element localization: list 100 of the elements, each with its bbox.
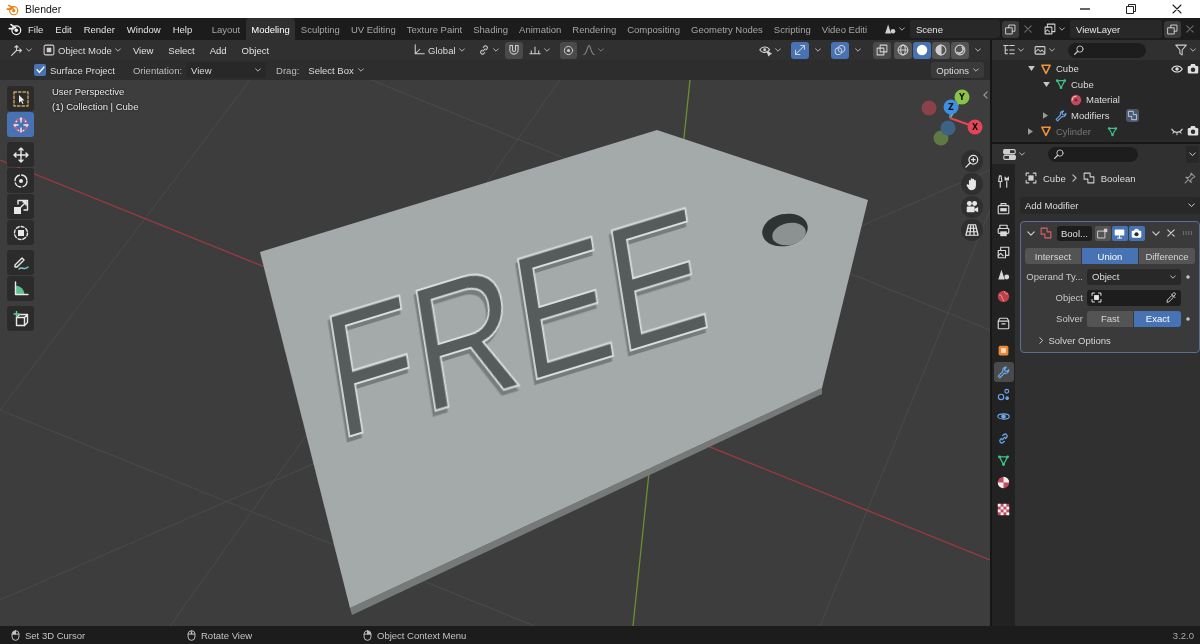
outliner-item[interactable]: Cube: [1056, 63, 1079, 75]
render-toggle[interactable]: [1128, 225, 1145, 241]
tool-button[interactable]: [7, 306, 34, 331]
checkbox-label[interactable]: Surface Project: [50, 64, 115, 76]
disclosure-triangle-icon[interactable]: [1043, 81, 1050, 87]
shading-mode-button[interactable]: [913, 41, 931, 59]
object-field[interactable]: [1087, 289, 1181, 306]
dot-icon[interactable]: [1185, 316, 1190, 321]
tool-button[interactable]: [7, 220, 34, 245]
new-view-layer-button[interactable]: [1164, 20, 1181, 38]
menu-item[interactable]: Select: [162, 41, 201, 59]
pin-icon[interactable]: [1183, 172, 1196, 184]
axis-handle[interactable]: Y: [954, 89, 970, 105]
chevron-left-icon[interactable]: [983, 91, 988, 99]
orientation-dropdown[interactable]: View: [186, 62, 267, 78]
workspace-tab[interactable]: Layout: [206, 18, 246, 40]
edit-mode-toggle[interactable]: [1094, 225, 1111, 241]
options-button[interactable]: [1185, 145, 1199, 163]
outliner-item[interactable]: Material: [1086, 94, 1120, 106]
proportional-toggle[interactable]: [559, 41, 577, 59]
eyedropper-icon[interactable]: [1165, 292, 1177, 303]
pan-button[interactable]: [961, 173, 983, 195]
workspace-tab[interactable]: Rendering: [566, 18, 622, 40]
menu-item[interactable]: Edit: [49, 20, 78, 38]
workspace-tab[interactable]: Compositing: [621, 18, 686, 40]
options-dropdown[interactable]: Options: [931, 62, 984, 78]
outliner-item[interactable]: Modifiers: [1071, 110, 1110, 122]
version-text: 3.2.0: [1172, 629, 1194, 641]
mouse-icon: [10, 629, 21, 641]
camera-view-button[interactable]: [961, 196, 983, 218]
modifier-name-field[interactable]: Bool...: [1057, 225, 1092, 241]
search-field[interactable]: [1068, 42, 1146, 58]
mode-dropdown[interactable]: Object Mode: [40, 41, 124, 59]
menu-item[interactable]: Add: [203, 41, 233, 59]
view-layer-field[interactable]: ViewLayer: [1070, 20, 1162, 38]
axis-handle[interactable]: [940, 120, 956, 136]
menu-item[interactable]: Window: [120, 20, 167, 38]
workspace-tab[interactable]: Geometry Nodes: [685, 18, 769, 40]
overlay-toggle[interactable]: [831, 41, 849, 59]
axis-handle[interactable]: X: [967, 119, 983, 135]
menu-item[interactable]: Help: [166, 20, 199, 38]
workspace-tab[interactable]: Sculpting: [295, 18, 346, 40]
copy-icon: [1005, 23, 1016, 35]
xray-toggle[interactable]: [873, 41, 891, 59]
properties-tab[interactable]: [993, 362, 1014, 382]
disclosure-triangle-icon[interactable]: [1043, 112, 1048, 120]
checkbox[interactable]: [34, 64, 46, 76]
image-icon: [1034, 44, 1046, 56]
menu-item[interactable]: View: [126, 41, 160, 59]
gizmo-toggle[interactable]: [791, 41, 809, 59]
app-logo-icon[interactable]: [8, 22, 22, 36]
tool-button[interactable]: [7, 142, 34, 167]
workspace-tab[interactable]: Animation: [513, 18, 567, 40]
outliner-item[interactable]: Cube: [1071, 78, 1094, 90]
tool-button[interactable]: [7, 168, 34, 193]
solver-options-header[interactable]: Solver Options: [1025, 335, 1111, 346]
menu-item[interactable]: Object: [235, 41, 276, 59]
axis-handle[interactable]: [921, 100, 937, 116]
workspace-tab[interactable]: Modeling: [245, 18, 296, 40]
shading-mode-button[interactable]: [932, 41, 950, 59]
menu-item[interactable]: Render: [77, 20, 121, 38]
dot-icon[interactable]: [1185, 274, 1190, 279]
workspace-tab[interactable]: UV Editing: [345, 18, 402, 40]
orientation-dropdown[interactable]: Global: [410, 41, 468, 59]
axis-handle[interactable]: Z: [943, 99, 959, 115]
tool-button[interactable]: [7, 194, 34, 219]
workspace-tab[interactable]: Video Editi: [816, 18, 873, 40]
shading-mode-button[interactable]: [894, 41, 912, 59]
zoom-button[interactable]: [961, 150, 983, 172]
operation-button[interactable]: Difference: [1138, 248, 1195, 264]
target-circle-icon: [562, 44, 574, 56]
perspective-button[interactable]: [961, 219, 983, 241]
tool-button[interactable]: [7, 250, 34, 275]
new-scene-button[interactable]: [1002, 20, 1019, 38]
menu-item[interactable]: File: [22, 20, 50, 38]
solver-button[interactable]: Exact: [1134, 310, 1181, 327]
workspace-tab[interactable]: Texture Paint: [401, 18, 468, 40]
operation-button[interactable]: Union: [1082, 248, 1138, 264]
view-layer-menu-button[interactable]: [1041, 20, 1068, 38]
tool-button[interactable]: [7, 276, 34, 301]
disclosure-triangle-icon[interactable]: [1028, 66, 1035, 72]
search-field[interactable]: [1048, 146, 1138, 162]
shading-mode-button[interactable]: [951, 41, 969, 59]
operation-button[interactable]: Intersect: [1025, 248, 1081, 264]
eye-icon[interactable]: [1170, 62, 1183, 75]
viewport-toggle[interactable]: [1111, 225, 1128, 241]
scene-field[interactable]: Scene: [910, 20, 1000, 38]
snap-toggle[interactable]: [504, 41, 523, 59]
tool-button[interactable]: [7, 86, 34, 111]
price-tag-model[interactable]: [260, 130, 868, 615]
operand-type-dropdown[interactable]: Object: [1087, 268, 1181, 285]
camera-icon[interactable]: [1186, 62, 1199, 75]
solver-button[interactable]: Fast: [1087, 310, 1134, 327]
add-modifier-dropdown[interactable]: Add Modifier: [1020, 197, 1200, 214]
workspace-tab[interactable]: Scripting: [768, 18, 817, 40]
workspace-tab[interactable]: Shading: [467, 18, 514, 40]
viewport-canvas[interactable]: FREE User Perspective (1) Collection | Cube Y Z X: [0, 80, 990, 626]
disclosure-triangle-icon[interactable]: [1028, 127, 1033, 135]
perspective-grid-icon: [965, 223, 979, 237]
camera-icon[interactable]: [1186, 125, 1199, 138]
